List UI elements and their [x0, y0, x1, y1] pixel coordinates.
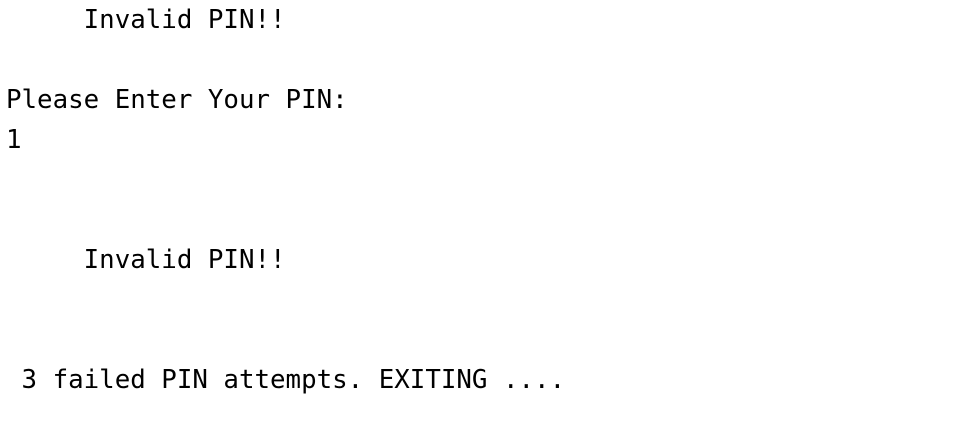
pin-prompt: Please Enter Your PIN:	[6, 85, 348, 115]
exit-message: 3 failed PIN attempts. EXITING ....	[6, 365, 566, 395]
user-input: 1	[6, 125, 22, 155]
terminal-output: Invalid PIN!! Please Enter Your PIN: 1 Inv…	[0, 0, 966, 400]
error-message: Invalid PIN!!	[6, 245, 286, 275]
error-message: Invalid PIN!!	[6, 5, 286, 35]
